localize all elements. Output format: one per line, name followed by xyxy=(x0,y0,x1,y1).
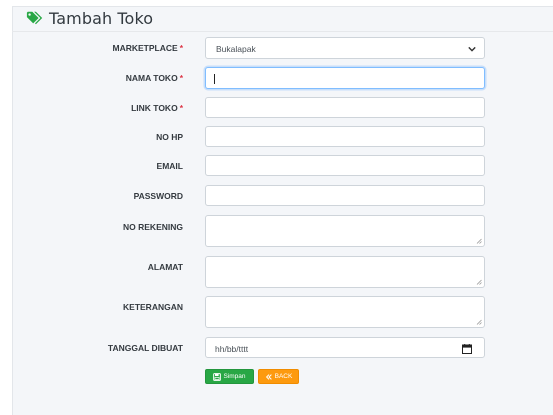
required-mark: * xyxy=(179,103,183,113)
no-rekening-textarea[interactable] xyxy=(205,215,485,247)
marketplace-selected-value: Bukalapak xyxy=(216,44,256,54)
resize-grip-icon[interactable] xyxy=(476,238,482,244)
password-input[interactable] xyxy=(205,185,485,206)
double-chevron-left-icon xyxy=(265,373,272,380)
resize-grip-icon[interactable] xyxy=(476,319,482,325)
keterangan-label-text: KETERANGAN xyxy=(123,302,183,312)
nama-toko-label-text: NAMA TOKO xyxy=(125,73,178,83)
alamat-label-text: ALAMAT xyxy=(147,262,183,272)
heading-divider xyxy=(12,31,553,32)
marketplace-label-text: MARKETPLACE xyxy=(112,43,178,53)
text-cursor xyxy=(214,74,215,84)
marketplace-label: MARKETPLACE * xyxy=(113,43,183,53)
page: Tambah Toko MARKETPLACE * Bukalapak NAMA … xyxy=(0,0,553,415)
no-hp-label: NO HP xyxy=(156,132,183,142)
link-toko-input[interactable] xyxy=(205,97,485,118)
tanggal-dibuat-date-input[interactable]: hh/bb/tttt xyxy=(205,337,485,358)
password-label-text: PASSWORD xyxy=(133,191,183,201)
marketplace-select[interactable]: Bukalapak xyxy=(205,37,485,59)
alamat-label: ALAMAT xyxy=(148,262,183,272)
tanggal-dibuat-label-text: TANGGAL DIBUAT xyxy=(107,343,183,353)
nama-toko-input[interactable] xyxy=(205,67,485,89)
no-hp-input[interactable] xyxy=(205,126,485,147)
no-rekening-label: NO REKENING xyxy=(123,222,183,232)
date-placeholder: hh/bb/tttt xyxy=(215,344,249,354)
no-rekening-label-text: NO REKENING xyxy=(123,222,183,232)
resize-grip-icon[interactable] xyxy=(476,279,482,285)
back-button[interactable]: BACK xyxy=(258,369,299,384)
tags-icon xyxy=(26,11,43,25)
email-input[interactable] xyxy=(205,155,485,176)
keterangan-textarea[interactable] xyxy=(205,296,485,328)
save-button-label: Simpan xyxy=(223,373,246,380)
no-hp-label-text: NO HP xyxy=(156,132,183,142)
save-button[interactable]: Simpan xyxy=(205,369,254,384)
calendar-icon[interactable] xyxy=(462,344,472,354)
tanggal-dibuat-label: TANGGAL DIBUAT xyxy=(108,343,183,353)
link-toko-label-text: LINK TOKO xyxy=(131,103,178,113)
page-heading: Tambah Toko xyxy=(26,6,153,30)
email-label: EMAIL xyxy=(157,161,183,171)
required-mark: * xyxy=(179,43,183,53)
link-toko-label: LINK TOKO * xyxy=(131,103,183,113)
email-label-text: EMAIL xyxy=(156,161,183,171)
chevron-down-icon xyxy=(468,46,476,52)
nama-toko-label: NAMA TOKO * xyxy=(126,73,183,83)
required-mark: * xyxy=(179,73,183,83)
back-button-label: BACK xyxy=(274,373,293,380)
save-icon xyxy=(213,372,222,381)
keterangan-label: KETERANGAN xyxy=(123,302,183,312)
alamat-textarea[interactable] xyxy=(205,256,485,288)
page-title: Tambah Toko xyxy=(49,8,154,28)
password-label: PASSWORD xyxy=(134,191,183,201)
